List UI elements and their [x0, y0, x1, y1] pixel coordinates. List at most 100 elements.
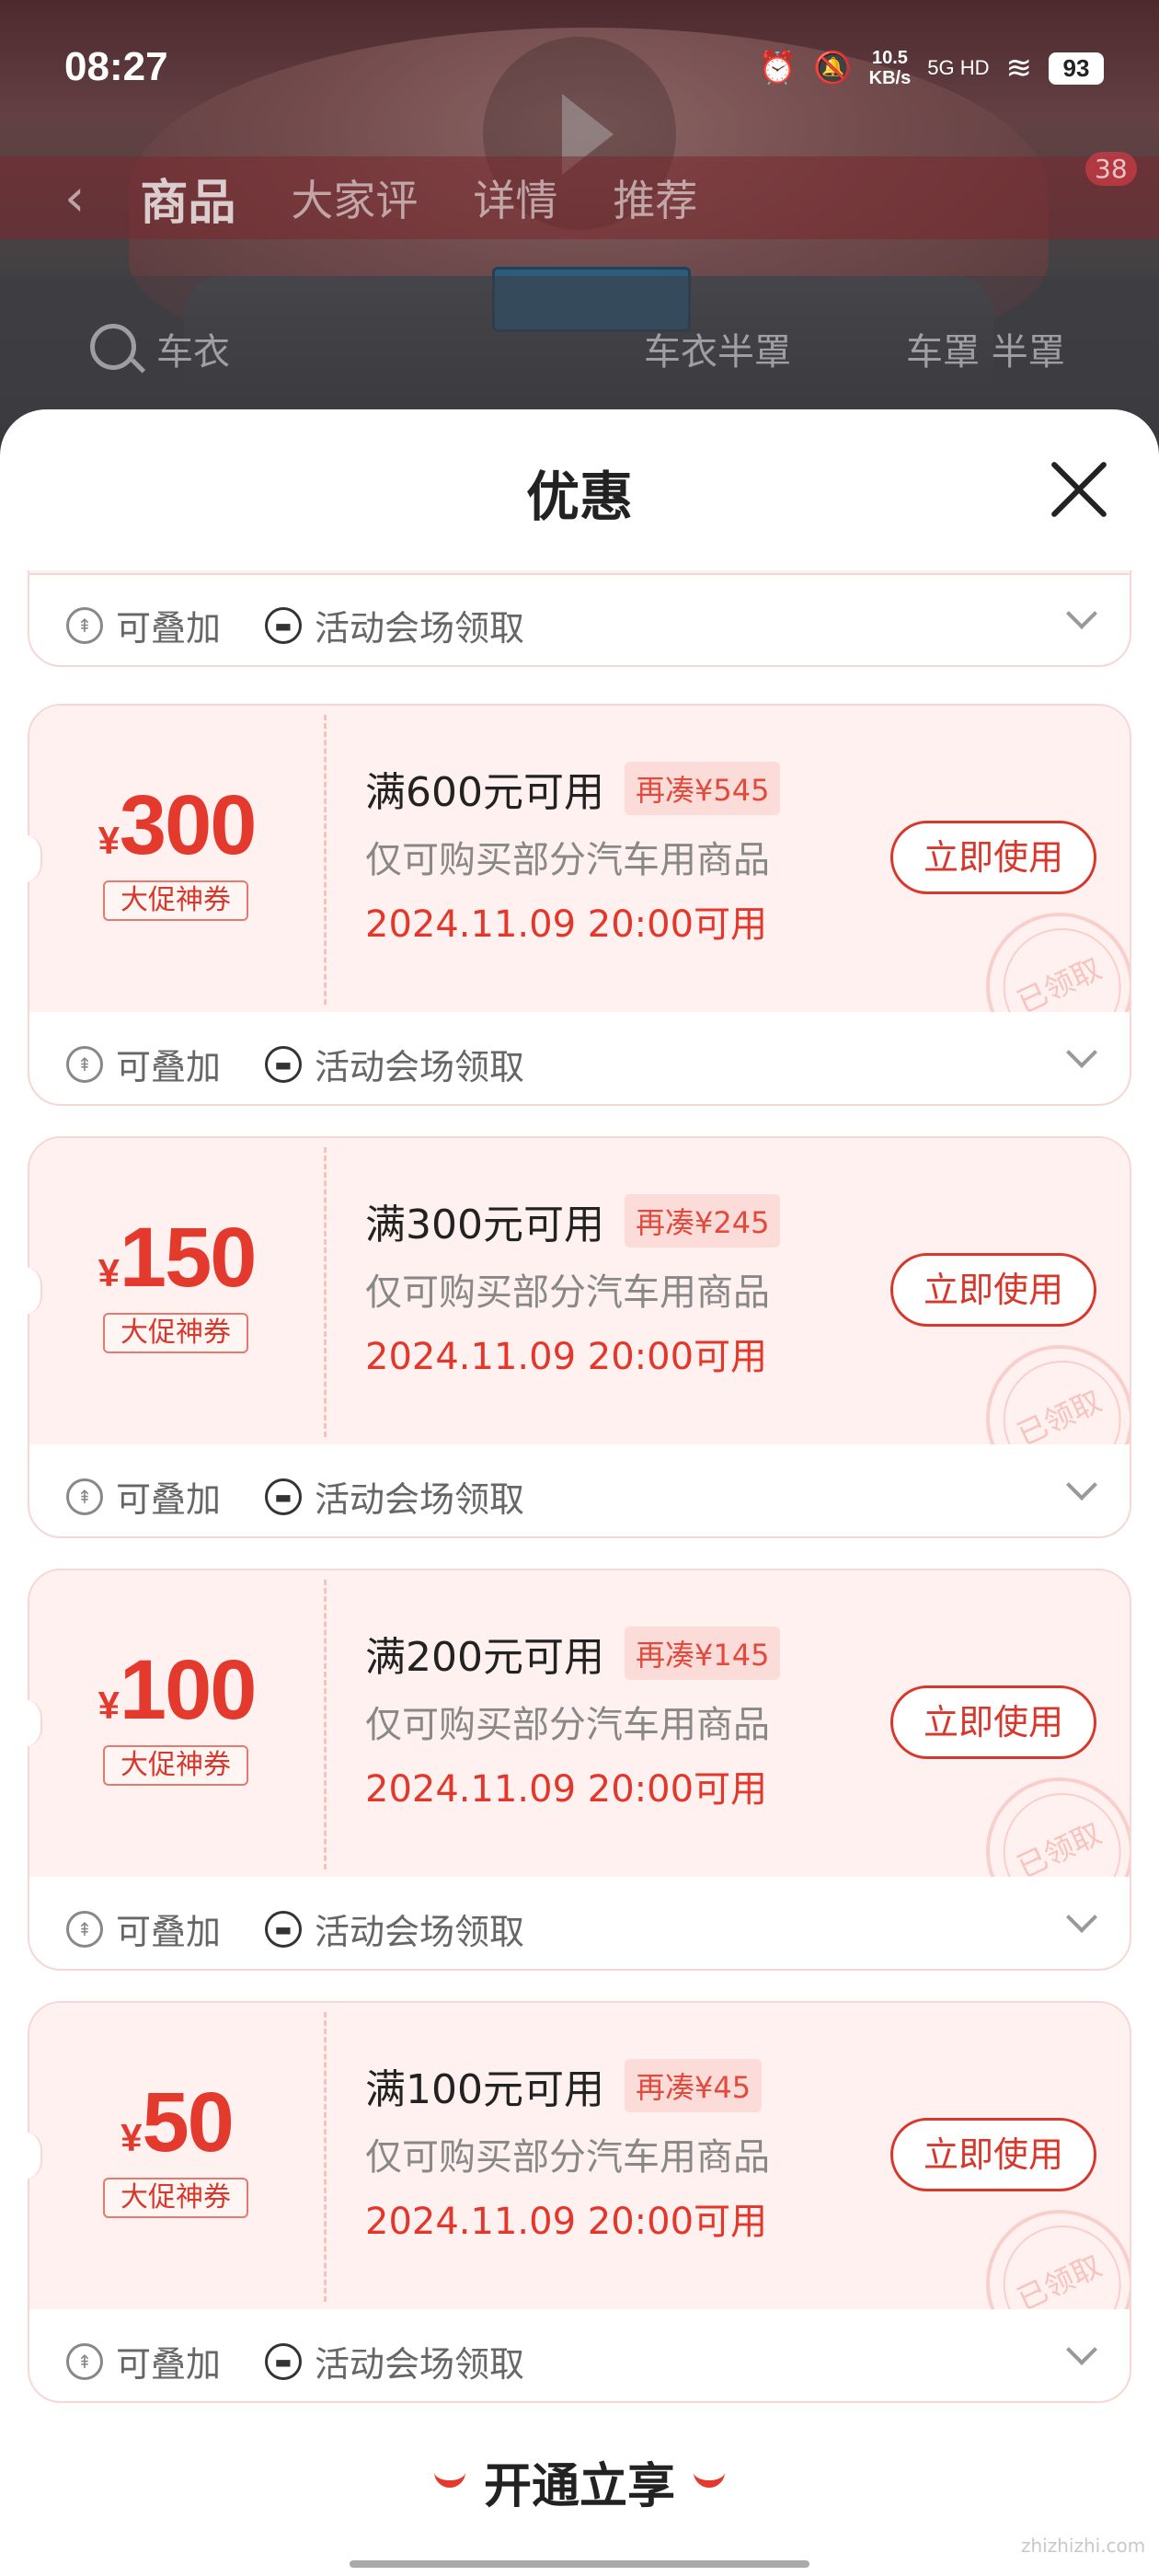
coupon-list[interactable]: ⇞ 可叠加 ▬ 活动会场领取 ¥300 大促神券 满600元可用 再凑¥545 …: [0, 570, 1159, 2438]
claimed-stamp: 已领取: [961, 1320, 1130, 1444]
coupon-tag: 大促神券: [103, 880, 248, 921]
search-tag: 车罩 半罩: [906, 331, 1065, 374]
coupon-condition: 满600元可用 再凑¥545: [365, 759, 781, 818]
wifi-icon: ≋: [1005, 51, 1033, 86]
remaining-badge: 再凑¥45: [624, 2059, 763, 2112]
remaining-badge: 再凑¥145: [624, 1627, 781, 1680]
signal-label: 5G HD: [927, 56, 990, 79]
coupon-valid-time: 2024.11.09 20:00可用: [365, 1768, 768, 1811]
stackable-label: ⇞ 可叠加: [66, 600, 221, 650]
condition-text: 满100元可用: [365, 2066, 604, 2113]
use-now-button[interactable]: 立即使用: [890, 1253, 1096, 1327]
source-text: 活动会场领取: [315, 2344, 525, 2385]
coupon-divider: [324, 1147, 327, 1437]
stackable-text: 可叠加: [116, 608, 222, 649]
coupon-body: ¥150 大促神券 满300元可用 再凑¥245 仅可购买部分汽车用商品 2024…: [29, 1138, 1130, 1444]
source-text: 活动会场领取: [315, 1479, 525, 1520]
status-bar: 08:27 ⏰ 🔕 10.5 KB/s 5G HD ≋ 93: [0, 0, 1159, 138]
claimed-stamp: 已领取: [961, 2185, 1130, 2309]
source-label: ▬ 活动会场领取: [265, 1471, 524, 1522]
coupon-divider: [324, 1580, 327, 1869]
stackable-label: ⇞ 可叠加: [66, 2336, 221, 2386]
stackable-label: ⇞ 可叠加: [66, 1903, 221, 1954]
home-indicator[interactable]: [350, 2560, 809, 2568]
tab-product: 商品: [140, 175, 236, 231]
coupon-valid-time: 2024.11.09 20:00可用: [365, 1336, 768, 1378]
background-product-page: ‹ 商品 大家评 详情 推荐 38 车衣 车衣半罩 车罩 半罩 08:27 ⏰ …: [0, 0, 1159, 478]
amount-value: 100: [119, 1643, 257, 1737]
coupon-footer: ⇞ 可叠加 ▬ 活动会场领取: [29, 1879, 1130, 1969]
coupon-valid-time: 2024.11.09 20:00可用: [365, 2201, 768, 2243]
search-tag: 车衣半罩: [644, 331, 791, 374]
stackable-text: 可叠加: [116, 2344, 222, 2385]
coupon-sheet: 优惠 ⇞ 可叠加 ▬ 活动会场领取 ¥300 大促神券 满600元可用 再凑¥5…: [0, 409, 1159, 2576]
coupon-footer: ⇞ 可叠加 ▬ 活动会场领取: [29, 2311, 1130, 2401]
search-icon: [90, 324, 136, 370]
stackable-text: 可叠加: [116, 1047, 222, 1087]
stackable-label: ⇞ 可叠加: [66, 1471, 221, 1522]
source-label: ▬ 活动会场领取: [265, 1903, 524, 1954]
search-text: 车衣: [156, 331, 230, 374]
status-icons: ⏰ 🔕 10.5 KB/s 5G HD ≋ 93: [758, 48, 1104, 88]
currency-symbol: ¥: [98, 1684, 120, 1727]
chevron-down-icon[interactable]: [1066, 598, 1097, 629]
coupon-divider: [324, 2012, 327, 2302]
source-text: 活动会场领取: [315, 1912, 525, 1952]
chevron-down-icon[interactable]: [1066, 1037, 1097, 1068]
coupon-card: ¥150 大促神券 满300元可用 再凑¥245 仅可购买部分汽车用商品 2024…: [24, 1136, 1131, 1538]
cart-badge: 38: [1085, 152, 1137, 186]
use-now-button[interactable]: 立即使用: [890, 821, 1096, 894]
coupon-card: ¥300 大促神券 满600元可用 再凑¥545 仅可购买部分汽车用商品 2024…: [24, 704, 1131, 1106]
network-speed: 10.5 KB/s: [869, 48, 912, 88]
smile-icon: [694, 2466, 725, 2488]
chevron-down-icon[interactable]: [1066, 2334, 1097, 2365]
ticket-icon: ▬: [265, 1910, 302, 1948]
coupon-amount: ¥150: [29, 1210, 324, 1306]
coupon-card-partial: ⇞ 可叠加 ▬ 活动会场领取: [28, 570, 1131, 667]
stack-icon: ⇞: [66, 1045, 103, 1083]
mute-icon: 🔕: [813, 51, 853, 86]
coupon-amount: ¥300: [29, 777, 324, 874]
coupon-divider: [324, 715, 327, 1005]
coupon-card: ¥50 大促神券 满100元可用 再凑¥45 仅可购买部分汽车用商品 2024.1…: [24, 2001, 1131, 2403]
condition-text: 满300元可用: [365, 1202, 604, 1248]
chevron-down-icon[interactable]: [1066, 1469, 1097, 1501]
use-now-button[interactable]: 立即使用: [890, 2118, 1096, 2191]
source-label: ▬ 活动会场领取: [265, 2336, 524, 2386]
source-label: ▬ 活动会场领取: [265, 1039, 524, 1089]
alarm-icon: ⏰: [757, 51, 798, 86]
condition-text: 满200元可用: [365, 1634, 604, 1681]
coupon-body: ¥300 大促神券 满600元可用 再凑¥545 仅可购买部分汽车用商品 2024…: [29, 706, 1130, 1012]
close-icon[interactable]: [1047, 457, 1111, 522]
coupon-body: ¥50 大促神券 满100元可用 再凑¥45 仅可购买部分汽车用商品 2024.1…: [29, 2003, 1130, 2309]
coupon-footer: ⇞ 可叠加 ▬ 活动会场领取: [29, 1014, 1130, 1104]
amount-value: 50: [142, 2076, 235, 2169]
coupon-footer: ⇞ 可叠加 ▬ 活动会场领取: [29, 1446, 1130, 1536]
ticket-icon: ▬: [265, 606, 302, 644]
use-now-button[interactable]: 立即使用: [890, 1685, 1096, 1759]
coupon-footer: ⇞ 可叠加 ▬ 活动会场领取: [29, 575, 1130, 665]
coupon-scope: 仅可购买部分汽车用商品: [365, 2136, 770, 2179]
coupon-body: ¥100 大促神券 满200元可用 再凑¥145 仅可购买部分汽车用商品 2024…: [29, 1570, 1130, 1877]
product-tabs: ‹ 商品 大家评 详情 推荐: [0, 156, 1159, 239]
coupon-scope: 仅可购买部分汽车用商品: [365, 1704, 770, 1746]
membership-promo[interactable]: 开通立享: [0, 2447, 1159, 2516]
remaining-badge: 再凑¥245: [624, 1194, 781, 1248]
stack-icon: ⇞: [66, 606, 103, 644]
promo-label: 开通立享: [483, 2459, 675, 2514]
condition-text: 满600元可用: [365, 769, 604, 816]
coupon-valid-time: 2024.11.09 20:00可用: [365, 903, 768, 946]
stackable-label: ⇞ 可叠加: [66, 1039, 221, 1089]
tab-reviews: 大家评: [291, 176, 419, 225]
stackable-text: 可叠加: [116, 1479, 222, 1520]
smile-icon: [433, 2466, 465, 2488]
chevron-down-icon[interactable]: [1066, 1902, 1097, 1933]
coupon-condition: 满200元可用 再凑¥145: [365, 1624, 781, 1683]
coupon-tag: 大促神券: [103, 1745, 248, 1786]
watermark: zhizhizhi.com: [1021, 2535, 1146, 2557]
ticket-icon: ▬: [265, 2342, 302, 2380]
source-text: 活动会场领取: [315, 608, 525, 649]
network-speed-unit: KB/s: [868, 68, 912, 88]
stack-icon: ⇞: [66, 2342, 103, 2380]
ticket-icon: ▬: [265, 1478, 302, 1515]
